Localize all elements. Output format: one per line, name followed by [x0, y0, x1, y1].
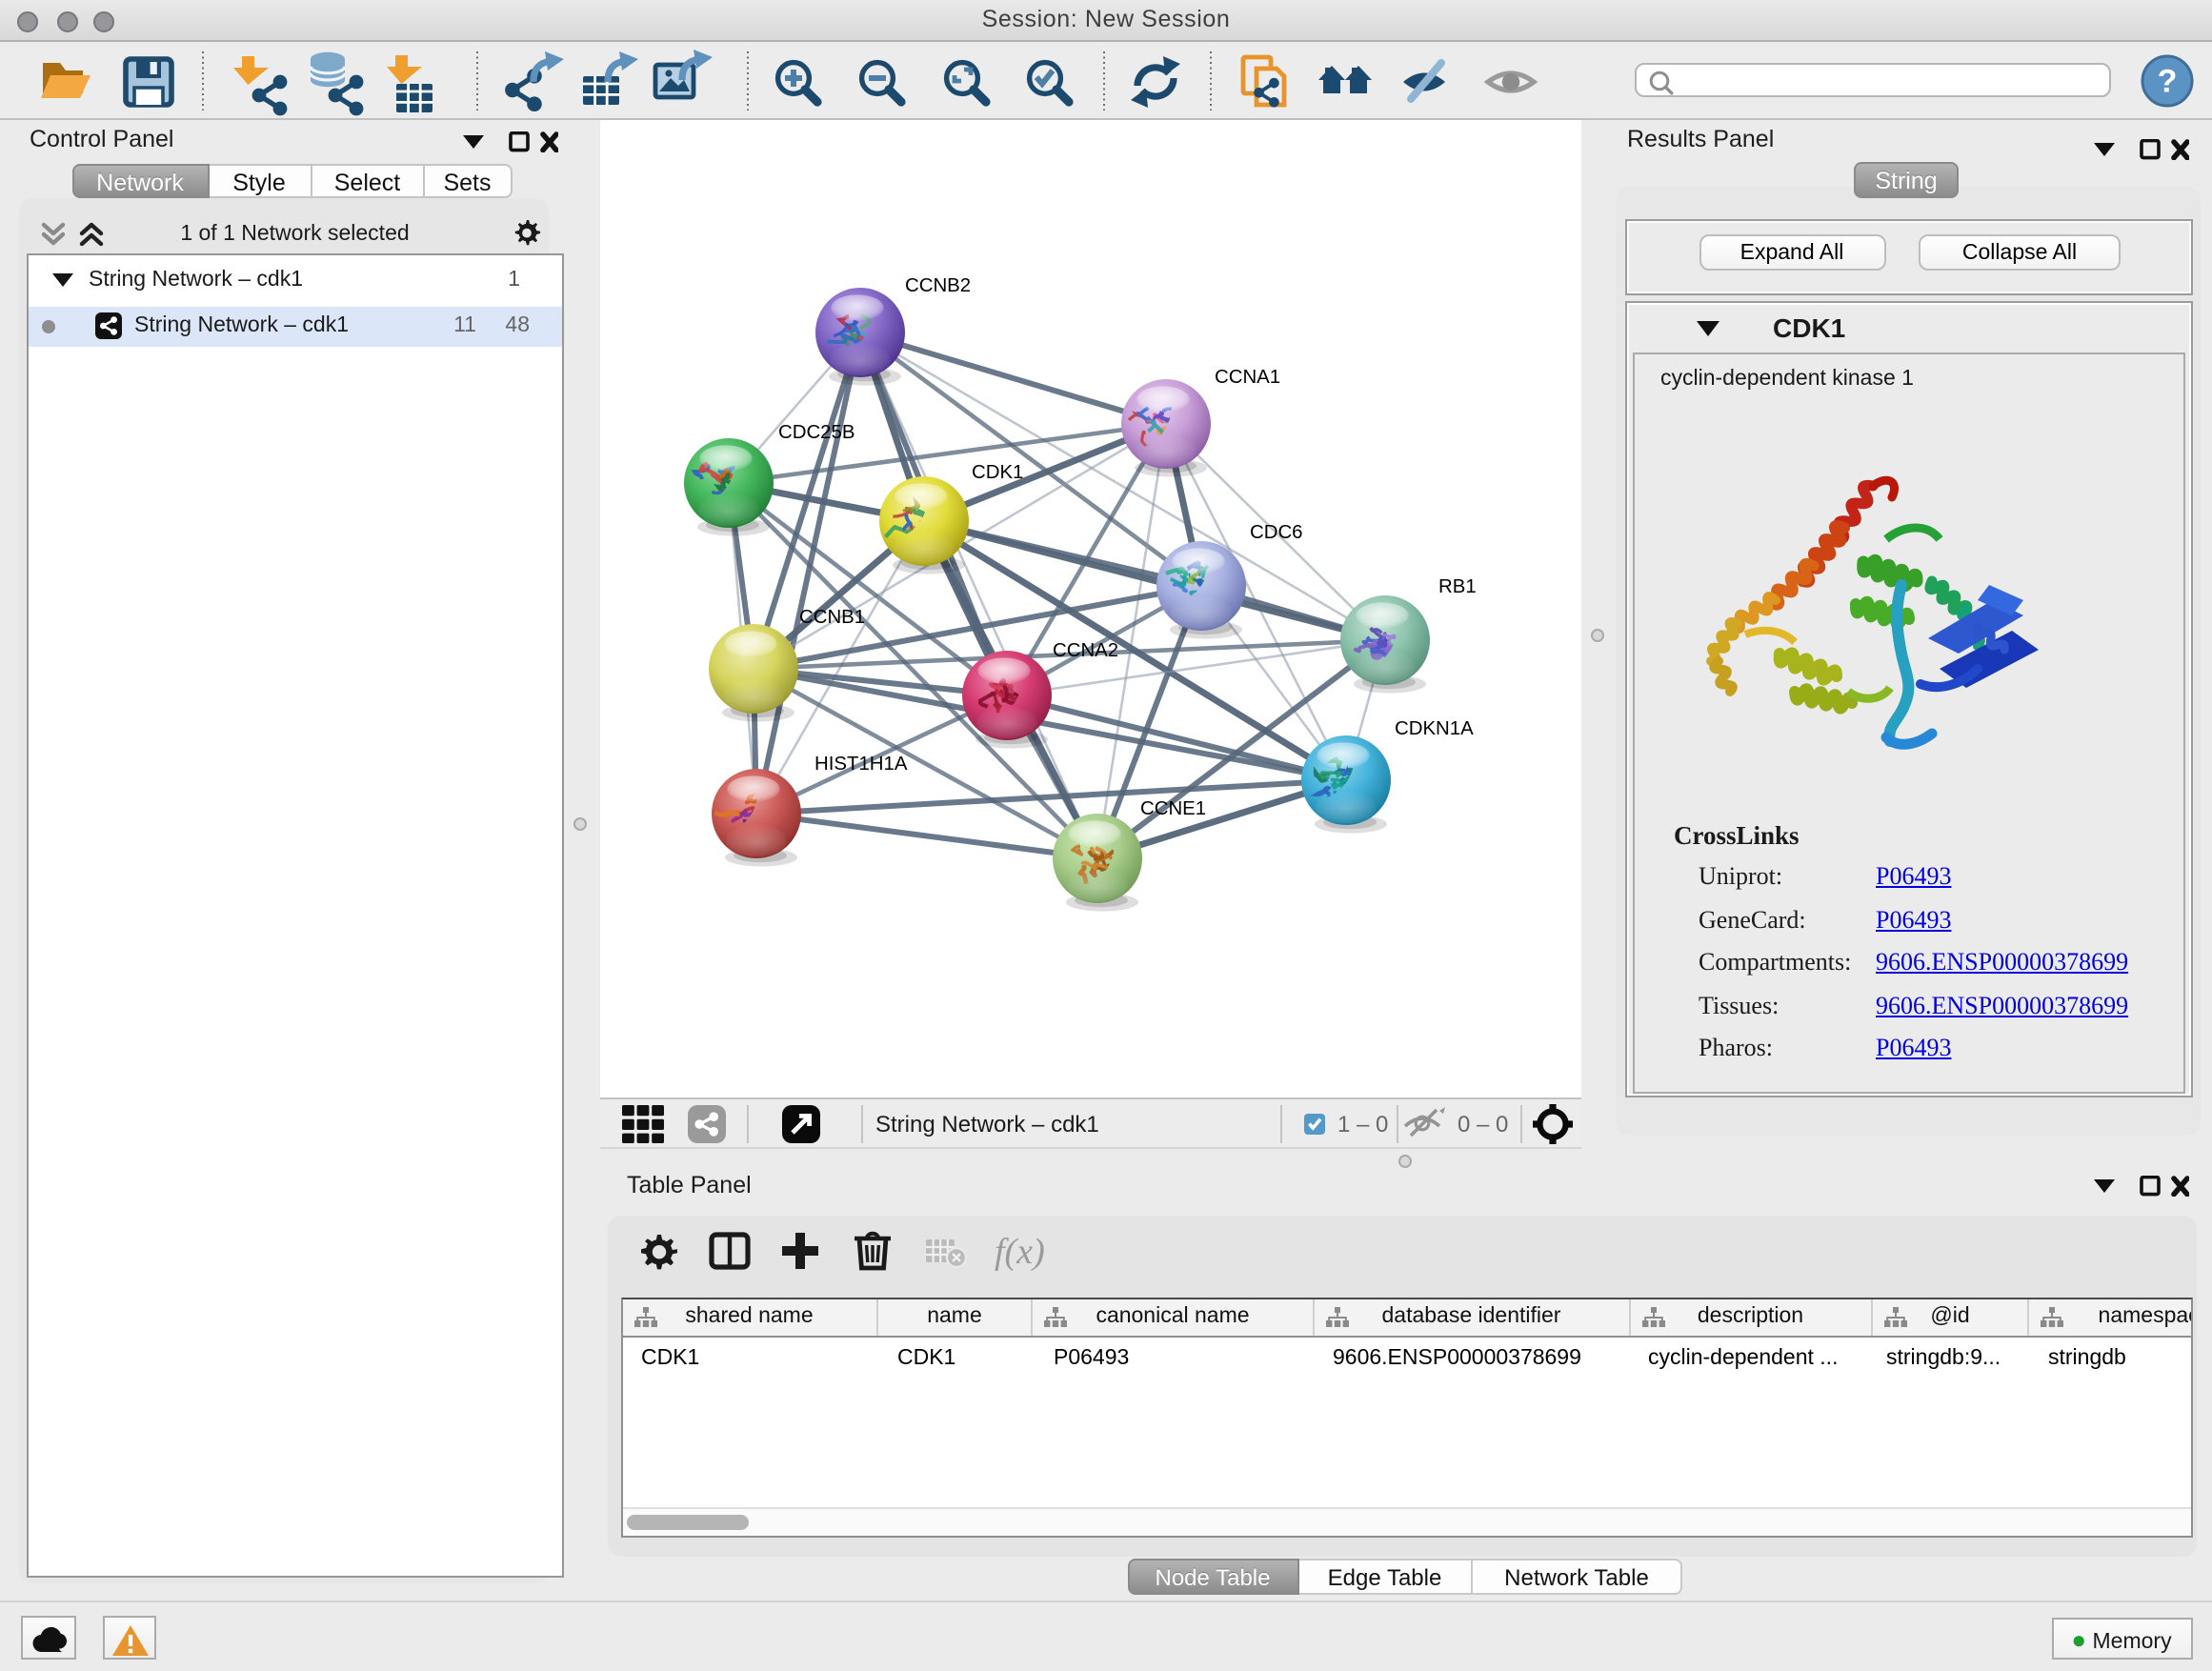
svg-text:CCNA1: CCNA1	[1215, 366, 1280, 387]
svg-text:CDKN1A: CDKN1A	[1395, 717, 1474, 738]
svg-text:CDC25B: CDC25B	[778, 421, 855, 442]
svg-text:CCNA2: CCNA2	[1053, 639, 1118, 660]
svg-text:CDC6: CDC6	[1250, 521, 1303, 542]
svg-text:f(x): f(x)	[995, 1231, 1045, 1271]
svg-text:CCNE1: CCNE1	[1140, 797, 1206, 818]
svg-text:CCNB1: CCNB1	[799, 606, 865, 627]
svg-text:CCNB2: CCNB2	[905, 274, 971, 295]
svg-text:RB1: RB1	[1438, 575, 1477, 596]
svg-text:CDK1: CDK1	[972, 461, 1023, 482]
svg-text:HIST1H1A: HIST1H1A	[814, 753, 908, 774]
svg-text:?: ?	[2158, 63, 2178, 99]
